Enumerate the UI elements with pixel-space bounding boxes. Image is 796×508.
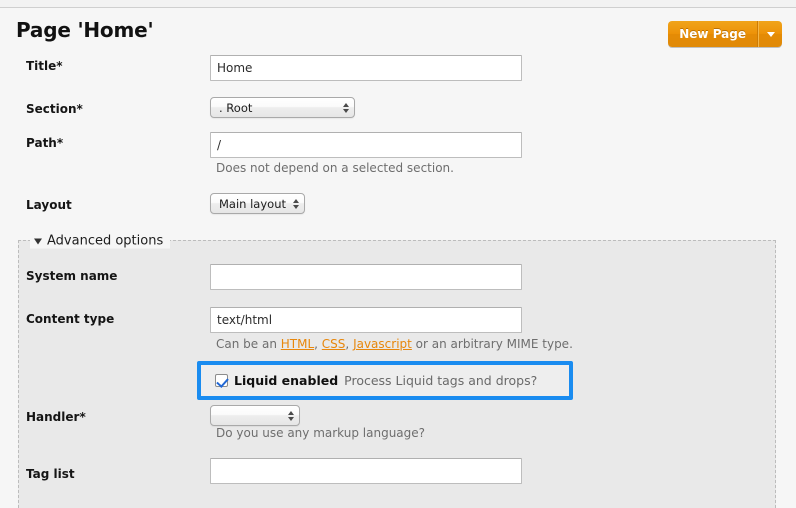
- new-page-dropdown-button[interactable]: [758, 21, 782, 47]
- new-page-split-button[interactable]: New Page: [668, 21, 782, 47]
- tag-list-input[interactable]: [210, 458, 522, 484]
- path-field-label: Path*: [26, 136, 64, 150]
- handler-field-label: Handler*: [26, 410, 86, 424]
- section-select[interactable]: . Root: [210, 97, 355, 118]
- path-field-hint: Does not depend on a selected section.: [216, 161, 454, 175]
- liquid-enabled-label: Liquid enabled: [234, 373, 339, 388]
- system-name-input[interactable]: [210, 264, 522, 290]
- updown-stepper-icon: [288, 410, 294, 421]
- liquid-enabled-highlight: Liquid enabled Process Liquid tags and d…: [197, 361, 573, 400]
- advanced-options-toggle[interactable]: Advanced options: [30, 233, 171, 249]
- title-input[interactable]: [210, 55, 522, 81]
- layout-select-value: Main layout: [219, 196, 286, 211]
- section-select-value: . Root: [219, 100, 253, 115]
- javascript-link[interactable]: Javascript: [353, 337, 412, 351]
- window-chrome-strip: [0, 0, 796, 8]
- hint-text-suffix: or an arbitrary MIME type.: [411, 337, 573, 351]
- hint-text-prefix: Can be an: [216, 337, 281, 351]
- triangle-down-icon: [34, 238, 42, 244]
- new-page-button[interactable]: New Page: [668, 21, 758, 47]
- tag-list-field-label: Tag list: [26, 467, 75, 481]
- content-type-field-label: Content type: [26, 312, 115, 326]
- page-root: Page 'Home' New Page Title* Section* . R…: [0, 0, 796, 508]
- liquid-enabled-checkbox[interactable]: [215, 374, 228, 387]
- content-type-field-hint: Can be an HTML, CSS, Javascript or an ar…: [216, 337, 573, 351]
- hint-separator-2: ,: [345, 337, 354, 351]
- liquid-enabled-hint: Process Liquid tags and drops?: [344, 373, 538, 388]
- hint-separator-1: ,: [314, 337, 322, 351]
- title-field-label: Title*: [26, 59, 63, 73]
- advanced-options-label: Advanced options: [47, 233, 164, 249]
- page-title: Page 'Home': [16, 18, 154, 42]
- layout-field-label: Layout: [26, 198, 72, 212]
- handler-select[interactable]: [210, 405, 300, 426]
- liquid-enabled-row[interactable]: Liquid enabled Process Liquid tags and d…: [201, 365, 569, 396]
- system-name-field-label: System name: [26, 269, 118, 283]
- html-link[interactable]: HTML: [281, 337, 314, 351]
- css-link[interactable]: CSS: [322, 337, 346, 351]
- chevron-down-icon: [766, 31, 775, 37]
- handler-field-hint: Do you use any markup language?: [216, 426, 426, 440]
- updown-stepper-icon: [343, 102, 349, 113]
- layout-select[interactable]: Main layout: [210, 193, 305, 214]
- path-input[interactable]: [210, 132, 522, 158]
- content-type-input[interactable]: [210, 307, 522, 333]
- updown-stepper-icon: [293, 198, 299, 209]
- section-field-label: Section*: [26, 102, 83, 116]
